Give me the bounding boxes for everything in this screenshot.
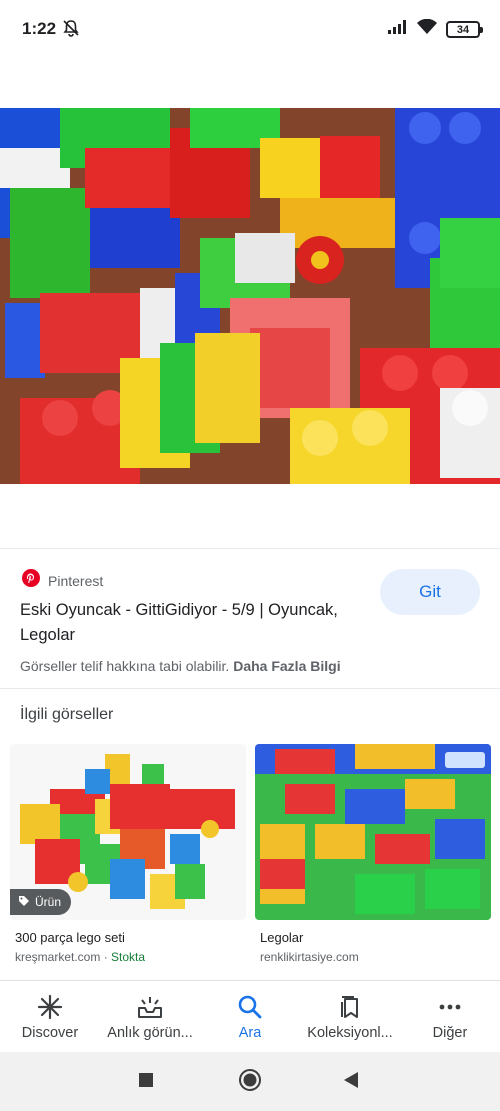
signal-icon <box>388 20 408 39</box>
battery-indicator: 34 <box>446 21 483 38</box>
nav-label: Diğer <box>432 1025 468 1041</box>
copyright-notice: Görseller telif hakkına tabi olabilir. D… <box>20 658 341 674</box>
recents-button[interactable] <box>138 1072 154 1093</box>
status-bar: 1:22 34 <box>0 0 500 60</box>
status-time: 1:22 <box>22 19 57 38</box>
system-navigation-bar <box>0 1052 500 1111</box>
nav-label: Discover <box>21 1025 79 1041</box>
visit-button[interactable]: Git <box>380 569 480 615</box>
source-row[interactable]: Pinterest <box>22 569 103 592</box>
copyright-text: Görseller telif hakkına tabi olabilir. <box>20 658 230 674</box>
related-title: Legolar <box>260 930 304 945</box>
nav-discover[interactable]: Discover <box>0 981 100 1053</box>
collections-icon <box>337 993 363 1021</box>
related-heading: İlgili görseller <box>20 706 114 723</box>
asterisk-icon <box>37 993 63 1021</box>
bottom-nav: Discover Anlık görün... Ara Koleksiyonl.… <box>0 980 500 1052</box>
result-title[interactable]: Eski Oyuncak - GittiGidiyor - 5/9 | Oyun… <box>20 598 350 648</box>
stock-status: Stokta <box>111 950 146 964</box>
main-image[interactable] <box>0 108 500 484</box>
nav-more[interactable]: Diğer <box>400 981 500 1053</box>
nav-search[interactable]: Ara <box>200 981 300 1053</box>
more-icon <box>437 993 463 1021</box>
updates-icon <box>136 993 164 1021</box>
tag-icon <box>18 895 30 910</box>
nav-updates[interactable]: Anlık görün... <box>100 981 200 1053</box>
related-source: renklikirtasiye.com <box>255 950 491 964</box>
related-item[interactable]: Ürün 300 parça lego seti kreşmarket.com … <box>10 744 246 964</box>
mute-icon <box>62 19 80 42</box>
learn-more-link[interactable]: Daha Fazla Bilgi <box>233 658 340 674</box>
related-item[interactable]: Legolar renklikirtasiye.com <box>255 744 491 964</box>
pinterest-icon <box>22 569 40 592</box>
product-badge: Ürün <box>10 889 72 915</box>
search-icon <box>237 993 263 1021</box>
nav-collections[interactable]: Koleksiyonl... <box>300 981 400 1053</box>
nav-label: Anlık görün... <box>107 1025 193 1041</box>
related-source: kreşmarket.com · Stokta <box>15 950 146 964</box>
product-badge-label: Ürün <box>35 895 62 909</box>
related-image[interactable] <box>255 744 491 920</box>
related-image[interactable]: Ürün <box>10 744 246 920</box>
nav-label: Ara <box>238 1025 262 1041</box>
source-name: Pinterest <box>48 572 104 589</box>
related-source-site: renklikirtasiye.com <box>260 950 359 964</box>
back-button[interactable] <box>343 1071 359 1094</box>
related-source-site: kreşmarket.com <box>15 950 101 964</box>
related-images-section: İlgili görseller Ürün 300 parça lego set… <box>0 688 500 980</box>
related-title: 300 parça lego seti <box>15 930 125 945</box>
home-button[interactable] <box>238 1068 262 1097</box>
nav-label: Koleksiyonl... <box>307 1025 393 1041</box>
wifi-icon <box>417 18 437 40</box>
